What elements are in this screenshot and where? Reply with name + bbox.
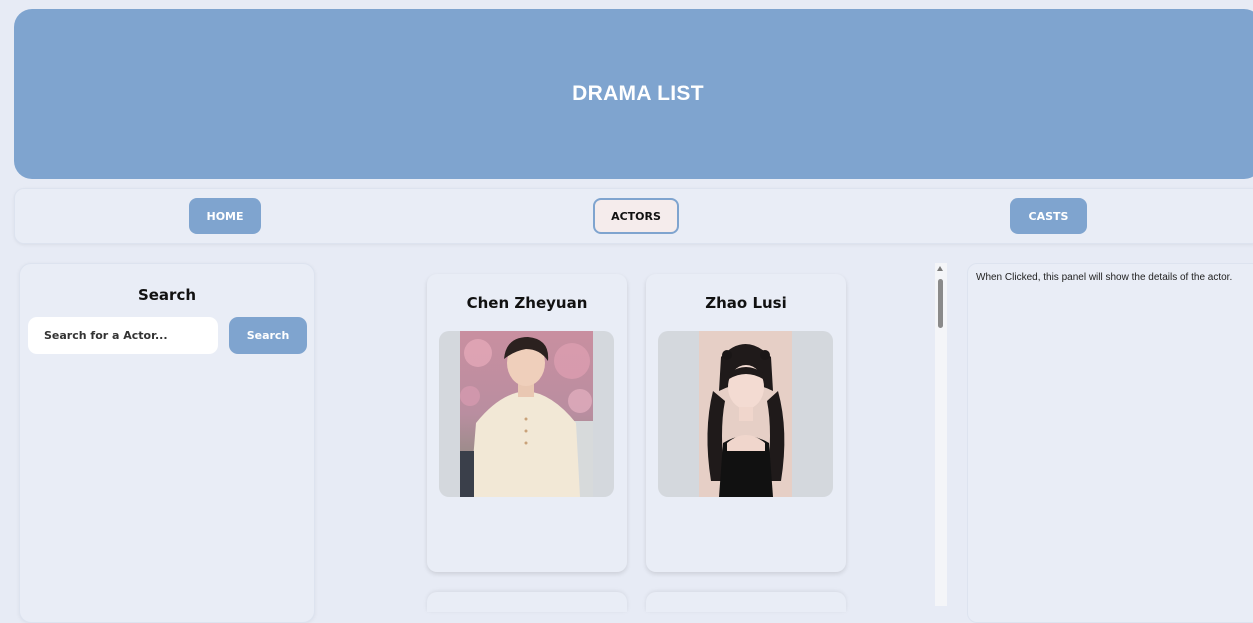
actor-name: Chen Zheyuan (466, 294, 588, 312)
nav-bar: HOME ACTORS CASTS (14, 188, 1253, 244)
page-header: DRAMA LIST (14, 9, 1253, 179)
actor-detail-panel: When Clicked, this panel will show the d… (967, 263, 1253, 623)
actor-name: Zhao Lusi (705, 294, 787, 312)
search-title: Search (137, 286, 197, 304)
actor-photo-frame (439, 331, 614, 497)
search-panel: Search Search (19, 263, 315, 623)
actor-photo-frame (658, 331, 833, 497)
scroll-thumb[interactable] (938, 279, 943, 328)
actor-card[interactable]: Zhao Lusi (646, 274, 846, 572)
nav-actors-button[interactable]: ACTORS (593, 198, 679, 234)
actor-photo (699, 331, 792, 497)
nav-casts-button[interactable]: CASTS (1010, 198, 1087, 234)
actor-photo (460, 331, 593, 497)
nav-home-button[interactable]: HOME (189, 198, 261, 234)
actor-card[interactable] (427, 592, 627, 612)
search-input[interactable] (28, 317, 218, 354)
scroll-up-arrow-icon[interactable] (937, 266, 943, 271)
actor-card[interactable]: Chen Zheyuan (427, 274, 627, 572)
page-title: DRAMA LIST (572, 82, 704, 105)
search-button[interactable]: Search (229, 317, 307, 354)
scrollbar[interactable] (935, 263, 947, 606)
actor-card[interactable] (646, 592, 846, 612)
detail-placeholder-text: When Clicked, this panel will show the d… (976, 272, 1233, 283)
